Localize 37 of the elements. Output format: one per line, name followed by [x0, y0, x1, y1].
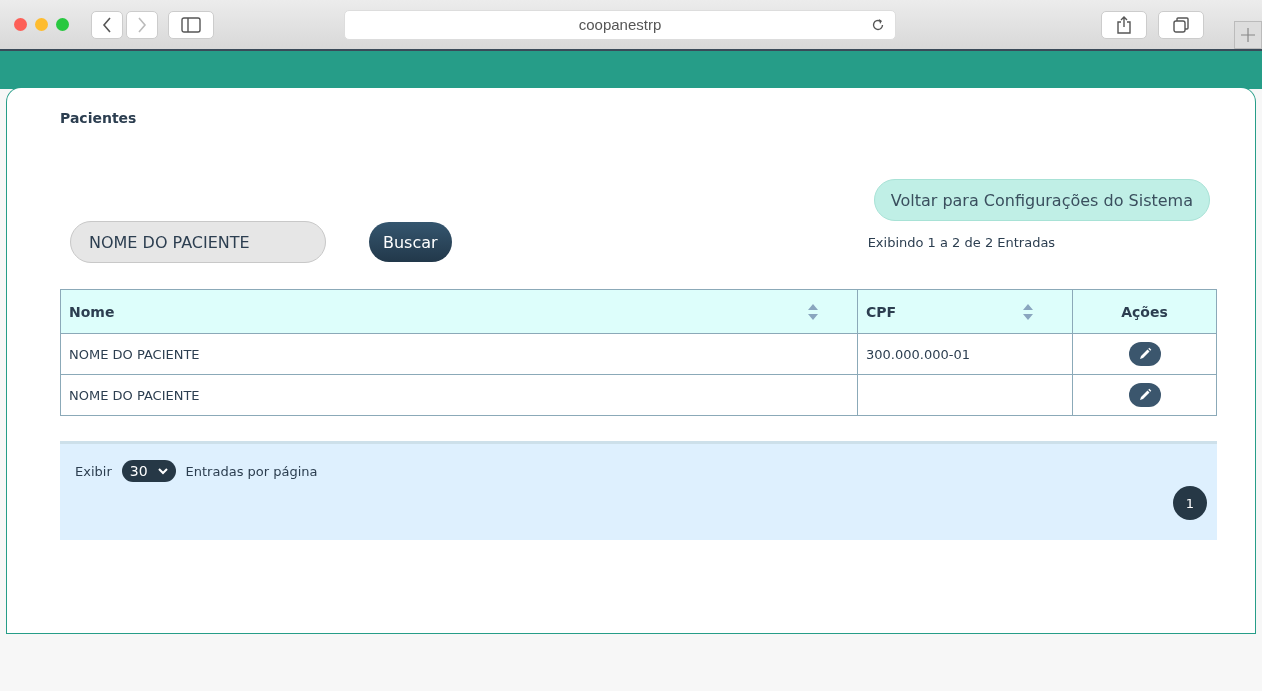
- table-cell: 300.000.000-01: [857, 333, 1073, 375]
- close-icon[interactable]: [14, 18, 27, 31]
- entries-summary: Exibindo 1 a 2 de 2 Entradas: [867, 234, 1056, 250]
- sidebar-icon: [181, 16, 201, 33]
- reload-icon[interactable]: [871, 17, 885, 32]
- chevron-right-icon: [137, 16, 147, 33]
- column-label: CPF: [866, 303, 897, 320]
- pencil-icon: [1137, 347, 1152, 361]
- column-header[interactable]: CPF: [857, 289, 1073, 334]
- share-button[interactable]: [1101, 10, 1147, 39]
- tabs-button[interactable]: [1158, 10, 1204, 39]
- table-cell: NOME DO PACIENTE: [60, 333, 858, 375]
- page-title: Pacientes: [60, 110, 138, 126]
- chevron-down-icon: [157, 467, 168, 475]
- column-header[interactable]: Nome: [60, 289, 858, 334]
- page-button[interactable]: 1: [1173, 486, 1207, 520]
- back-to-settings-button[interactable]: Voltar para Configurações do Sistema: [873, 179, 1210, 221]
- per-page-label: Entradas por página: [185, 463, 318, 479]
- plus-icon: [1241, 28, 1255, 42]
- address-bar[interactable]: coopanestrp: [344, 9, 896, 40]
- column-label: Ações: [1121, 303, 1168, 320]
- column-header[interactable]: Ações: [1072, 289, 1217, 334]
- url-text: coopanestrp: [578, 16, 662, 33]
- search-button[interactable]: Buscar: [369, 222, 452, 262]
- share-icon: [1116, 15, 1132, 34]
- show-label: Exibir: [75, 463, 112, 479]
- pencil-icon: [1137, 388, 1152, 402]
- edit-button[interactable]: [1128, 383, 1161, 407]
- sidebar-button[interactable]: [168, 10, 214, 39]
- tabs-icon: [1173, 16, 1189, 33]
- back-button[interactable]: [91, 10, 123, 39]
- search-field[interactable]: NOME DO PACIENTE: [70, 221, 326, 263]
- column-label: Nome: [69, 303, 115, 320]
- table-cell: NOME DO PACIENTE: [60, 374, 858, 416]
- chevron-left-icon: [102, 16, 112, 33]
- page-size-select[interactable]: 30: [121, 460, 176, 482]
- edit-button[interactable]: [1128, 342, 1161, 366]
